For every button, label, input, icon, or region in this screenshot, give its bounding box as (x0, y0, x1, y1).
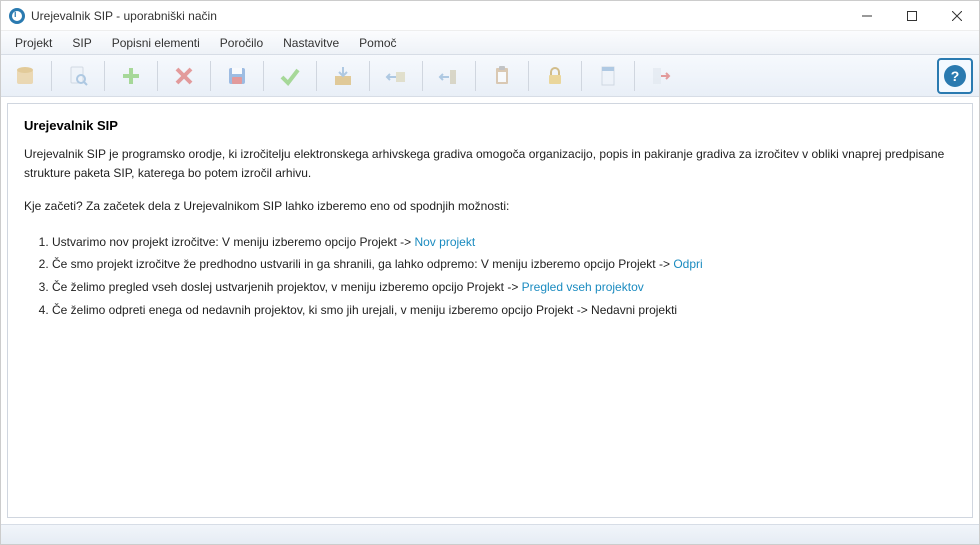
toolbar: ? (1, 55, 979, 97)
database-icon (13, 64, 37, 88)
window-controls (844, 1, 979, 31)
toolbar-separator (475, 61, 476, 91)
toolbar-lock[interactable] (537, 58, 573, 94)
content-panel: Urejevalnik SIP Urejevalnik SIP je progr… (7, 103, 973, 518)
arrow-left-door-icon (437, 64, 461, 88)
arrow-left-box-icon (384, 64, 408, 88)
list-item-text: Če smo projekt izročitve že predhodno us… (52, 257, 673, 271)
toolbar-separator (210, 61, 211, 91)
menu-popisni-elementi[interactable]: Popisni elementi (102, 33, 210, 53)
toolbar-validate[interactable] (272, 58, 308, 94)
list-item: Če želimo odpreti enega od nedavnih proj… (52, 299, 956, 322)
menubar: Projekt SIP Popisni elementi Poročilo Na… (1, 31, 979, 55)
toolbar-exit[interactable] (643, 58, 679, 94)
list-item: Če želimo pregled vseh doslej ustvarjeni… (52, 276, 956, 299)
window-title: Urejevalnik SIP - uporabniški način (31, 9, 844, 23)
toolbar-separator (51, 61, 52, 91)
toolbar-add[interactable] (113, 58, 149, 94)
toolbar-separator (316, 61, 317, 91)
statusbar (1, 524, 979, 544)
save-icon (225, 64, 249, 88)
box-in-icon (331, 64, 355, 88)
maximize-button[interactable] (889, 1, 934, 31)
clipboard-icon (490, 64, 514, 88)
minimize-icon (862, 11, 872, 21)
search-page-icon (66, 64, 90, 88)
link-odpri[interactable]: Odpri (673, 257, 702, 271)
link-pregled-vseh-projektov[interactable]: Pregled vseh projektov (522, 280, 644, 294)
help-icon: ? (944, 65, 966, 87)
toolbar-export-right[interactable] (431, 58, 467, 94)
cross-icon (172, 64, 196, 88)
list-item-text: Če želimo odpreti enega od nedavnih proj… (52, 303, 677, 317)
toolbar-separator (369, 61, 370, 91)
toolbar-import[interactable] (325, 58, 361, 94)
toolbar-separator (263, 61, 264, 91)
menu-projekt[interactable]: Projekt (5, 33, 62, 53)
toolbar-separator (422, 61, 423, 91)
list-item-text: Ustvarimo nov projekt izročitve: V menij… (52, 235, 414, 249)
start-question: Kje začeti? Za začetek dela z Urejevalni… (24, 197, 956, 216)
minimize-button[interactable] (844, 1, 889, 31)
check-icon (278, 64, 302, 88)
toolbar-help[interactable]: ? (937, 58, 973, 94)
toolbar-new-project[interactable] (7, 58, 43, 94)
toolbar-open-project[interactable] (60, 58, 96, 94)
menu-nastavitve[interactable]: Nastavitve (273, 33, 349, 53)
intro-text: Urejevalnik SIP je programsko orodje, ki… (24, 145, 956, 183)
page-heading: Urejevalnik SIP (24, 118, 956, 133)
toolbar-separator (104, 61, 105, 91)
toolbar-delete[interactable] (166, 58, 202, 94)
plus-icon (119, 64, 143, 88)
titlebar: Urejevalnik SIP - uporabniški način (1, 1, 979, 31)
toolbar-export-left[interactable] (378, 58, 414, 94)
toolbar-separator (634, 61, 635, 91)
app-icon (9, 8, 25, 24)
close-icon (952, 11, 962, 21)
menu-sip[interactable]: SIP (62, 33, 101, 53)
document-icon (596, 64, 620, 88)
maximize-icon (907, 11, 917, 21)
list-item: Če smo projekt izročitve že predhodno us… (52, 253, 956, 276)
menu-porocilo[interactable]: Poročilo (210, 33, 273, 53)
exit-icon (649, 64, 673, 88)
lock-icon (543, 64, 567, 88)
link-nov-projekt[interactable]: Nov projekt (414, 235, 475, 249)
list-item: Ustvarimo nov projekt izročitve: V menij… (52, 231, 956, 254)
toolbar-separator (157, 61, 158, 91)
toolbar-clipboard[interactable] (484, 58, 520, 94)
toolbar-separator (581, 61, 582, 91)
close-button[interactable] (934, 1, 979, 31)
toolbar-save[interactable] (219, 58, 255, 94)
start-options-list: Ustvarimo nov projekt izročitve: V menij… (24, 231, 956, 322)
toolbar-separator (528, 61, 529, 91)
content-wrapper: Urejevalnik SIP Urejevalnik SIP je progr… (1, 97, 979, 524)
menu-pomoc[interactable]: Pomoč (349, 33, 406, 53)
list-item-text: Če želimo pregled vseh doslej ustvarjeni… (52, 280, 522, 294)
toolbar-report[interactable] (590, 58, 626, 94)
